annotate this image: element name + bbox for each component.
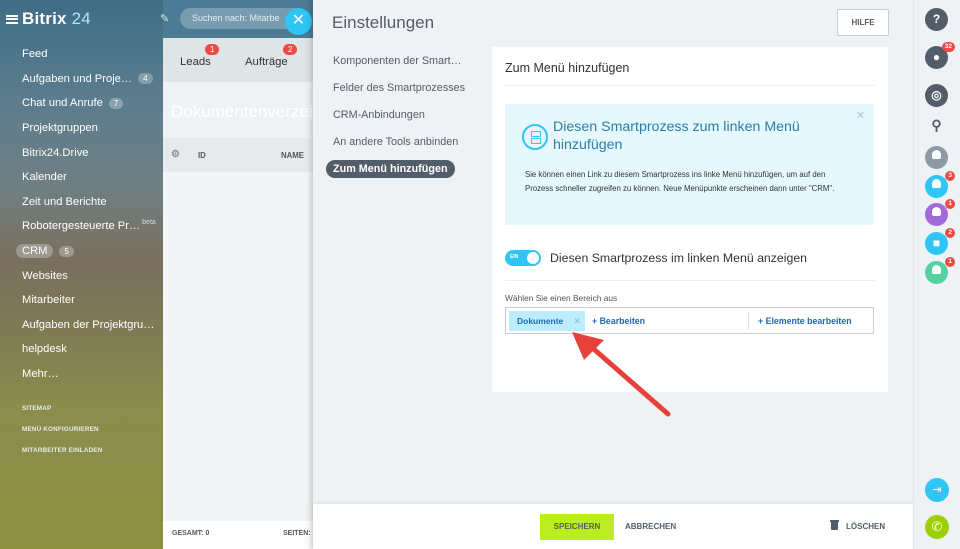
sidebar-item-more[interactable]: Mehr… xyxy=(0,362,163,387)
user-chat-icon[interactable]: 3 xyxy=(925,171,955,198)
sidebar-item-calendar[interactable]: Kalender xyxy=(0,165,163,190)
right-bar: ? ● 32 ◎ ⚲ 3 1 ■ 2 1 ⇥ ✆ xyxy=(913,0,960,549)
help-button[interactable]: HILFE xyxy=(837,9,889,36)
beta-tag: beta xyxy=(142,219,156,227)
count-badge: 2 xyxy=(283,44,298,55)
settings-panel: Einstellungen HILFE Komponenten der Smar… xyxy=(313,0,913,549)
edit-elements-link[interactable]: + Elemente bearbeiten xyxy=(758,316,852,326)
count-badge: 3 xyxy=(945,171,955,181)
table-footer: GESAMT: 0 SEITEN: xyxy=(163,521,313,549)
count-badge: 1 xyxy=(945,199,955,209)
info-box: Diesen Smartprozess zum linken Menü hinz… xyxy=(505,104,874,225)
edit-pencil-icon[interactable]: ✎ xyxy=(160,12,169,25)
nav-item-fields[interactable]: Felder des Smartprozesses xyxy=(325,76,485,103)
count-badge: 4 xyxy=(138,73,153,85)
notifications-bell-icon[interactable]: ● 32 xyxy=(925,42,955,69)
avatar[interactable] xyxy=(925,146,948,169)
sidebar-item-rpa[interactable]: Robotergesteuerte Pr… beta xyxy=(0,214,163,239)
card-title: Zum Menü hinzufügen xyxy=(505,61,630,75)
count-badge: 1 xyxy=(945,257,955,267)
count-badge: 5 xyxy=(59,245,74,257)
sidebar-item-helpdesk[interactable]: helpdesk xyxy=(0,337,163,362)
section-select-label: Wählen Sie einen Bereich aus xyxy=(505,293,618,303)
user-chat-icon[interactable]: 1 xyxy=(925,257,955,284)
sitemap-link[interactable]: SITEMAP xyxy=(0,398,163,419)
sidebar-item-tasks[interactable]: Aufgaben und Proje… 4 xyxy=(0,67,163,92)
menu-icon[interactable] xyxy=(6,14,18,24)
selected-section-chip[interactable]: Dokumente ✕ xyxy=(509,311,585,331)
sidebar-menu: Feed Aufgaben und Proje… 4 Chat und Anruf… xyxy=(0,42,163,386)
tab-orders[interactable]: Aufträge 2 xyxy=(245,44,298,68)
left-sidebar: Bitrix 24 Feed Aufgaben und Proje… 4 Chat… xyxy=(0,0,163,549)
info-title: Diesen Smartprozess zum linken Menü hinz… xyxy=(553,119,800,153)
trash-icon xyxy=(830,520,839,530)
panel-title: Einstellungen xyxy=(332,13,435,32)
documents-table: ⚙ ID NAME xyxy=(163,138,313,521)
sidebar-item-websites[interactable]: Websites xyxy=(0,263,163,288)
save-button[interactable]: SPEICHERN xyxy=(540,514,614,540)
sidebar-item-time-reports[interactable]: Zeit und Berichte xyxy=(0,190,163,215)
count-badge: 2 xyxy=(945,228,955,238)
column-id[interactable]: ID xyxy=(198,151,206,160)
close-slider-button[interactable]: ✕ xyxy=(285,8,312,35)
sidebar-item-employees[interactable]: Mitarbeiter xyxy=(0,288,163,313)
nav-item-add-to-menu[interactable]: Zum Menü hinzufügen xyxy=(325,157,485,184)
search-icon[interactable]: ⚲ xyxy=(925,114,948,137)
delete-button[interactable]: LÖSCHEN xyxy=(830,520,885,531)
nav-item-crm-links[interactable]: CRM-Anbindungen xyxy=(325,103,485,130)
divider xyxy=(505,280,875,281)
sidebar-item-project-tasks[interactable]: Aufgaben der Projektgru… xyxy=(0,313,163,338)
column-name[interactable]: NAME xyxy=(281,151,304,160)
sidebar-item-crm[interactable]: CRM 5 xyxy=(0,239,163,264)
help-icon[interactable]: ? xyxy=(925,8,948,31)
sidebar-item-chat[interactable]: Chat und Anrufe 7 xyxy=(0,91,163,116)
section-selector[interactable]: Dokumente ✕ + Bearbeiten + Elemente bear… xyxy=(505,307,874,334)
count-badge: 32 xyxy=(941,42,955,52)
phone-icon[interactable]: ✆ xyxy=(925,515,949,539)
lock-icon[interactable]: ■ 2 xyxy=(925,228,955,255)
settings-card: Zum Menü hinzufügen Diesen Smartprozess … xyxy=(492,47,888,392)
crm-tabs: Leads 1 Aufträge 2 xyxy=(163,38,313,82)
divider xyxy=(505,85,875,86)
invite-employees-link[interactable]: MITARBEITER EINLADEN xyxy=(0,440,163,461)
pages-label: SEITEN: xyxy=(283,530,311,537)
toggle-label: Diesen Smartprozess im linken Menü anzei… xyxy=(550,251,807,265)
messenger-icon[interactable]: ◎ xyxy=(925,84,948,107)
nav-item-components[interactable]: Komponenten der Smart… xyxy=(325,49,485,76)
annotation-arrow xyxy=(572,332,671,417)
sidebar-item-drive[interactable]: Bitrix24.Drive xyxy=(0,140,163,165)
user-chat-icon[interactable]: 1 xyxy=(925,199,955,226)
page-title: Dokumentenverzeic xyxy=(171,102,322,121)
configure-menu-link[interactable]: MENÜ KONFIGURIEREN xyxy=(0,419,163,440)
close-icon[interactable]: ✕ xyxy=(856,109,865,122)
divider xyxy=(748,312,749,330)
toggle-knob xyxy=(527,252,539,264)
settings-nav: Komponenten der Smart… Felder des Smartp… xyxy=(325,49,485,184)
panel-footer: SPEICHERN ABBRECHEN LÖSCHEN xyxy=(313,504,913,549)
exit-icon[interactable]: ⇥ xyxy=(925,478,949,502)
sidebar-links: SITEMAP MENÜ KONFIGURIEREN MITARBEITER E… xyxy=(0,398,163,461)
remove-chip-icon[interactable]: ✕ xyxy=(573,311,581,331)
table-header: ⚙ ID NAME xyxy=(163,138,313,172)
sidebar-item-workgroups[interactable]: Projektgruppen xyxy=(0,116,163,141)
tab-leads[interactable]: Leads 1 xyxy=(180,44,220,68)
cancel-button[interactable]: ABBRECHEN xyxy=(625,522,676,531)
total-count: GESAMT: 0 xyxy=(172,530,210,537)
settings-gear-icon[interactable]: ⚙ xyxy=(171,149,180,160)
sidebar-header: Bitrix 24 xyxy=(0,0,163,38)
close-icon: ✕ xyxy=(291,12,306,29)
count-badge: 1 xyxy=(205,44,220,55)
nav-item-other-tools[interactable]: An andere Tools anbinden xyxy=(325,130,485,157)
show-in-menu-toggle[interactable]: EIN xyxy=(505,250,541,266)
edit-link[interactable]: + Bearbeiten xyxy=(592,316,645,326)
logo[interactable]: Bitrix 24 xyxy=(22,9,91,29)
sidebar-item-feed[interactable]: Feed xyxy=(0,42,163,67)
menu-list-icon xyxy=(522,124,548,150)
info-text: Sie können einen Link zu diesem Smartpro… xyxy=(525,170,835,193)
count-badge: 7 xyxy=(108,97,124,109)
